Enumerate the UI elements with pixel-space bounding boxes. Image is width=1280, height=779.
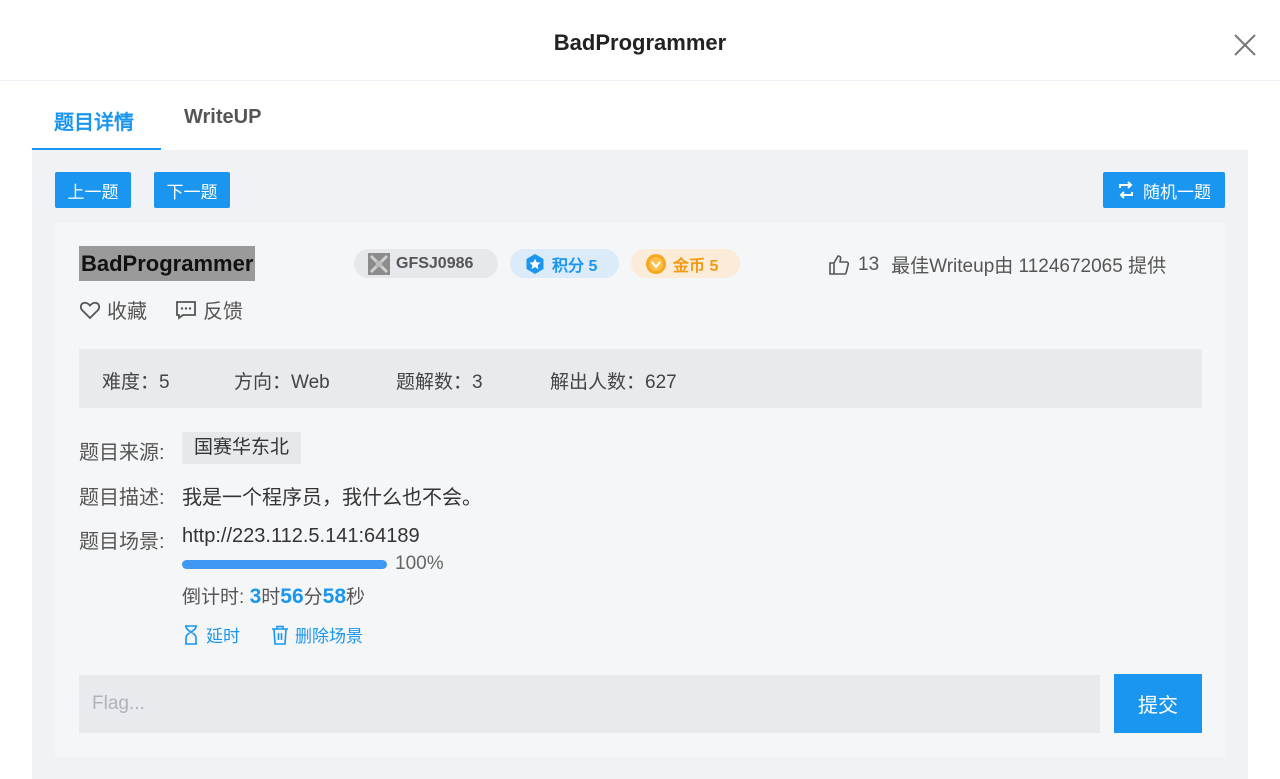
source-label: 题目来源: [79, 442, 165, 464]
flag-input[interactable] [79, 675, 1100, 733]
delete-scene-label: 删除场景 [295, 627, 363, 646]
description-text: 我是一个程序员，我什么也不会。 [182, 487, 482, 509]
delete-scene-button[interactable]: 删除场景 [271, 622, 363, 647]
feedback-button[interactable]: 反馈 [175, 295, 243, 324]
next-problem-button[interactable]: 下一题 [154, 172, 230, 208]
best-writeup-text: 最佳Writeup由 1124672065 提供 [891, 256, 1167, 277]
scene-label: 题目场景: [79, 531, 165, 553]
scene-progress-fill [182, 560, 387, 569]
avatar-icon [368, 252, 390, 275]
star-badge-icon [526, 253, 544, 274]
problem-stats-bar: 难度：5 方向：Web 题解数：3 解出人数：627 [79, 349, 1202, 408]
hours-unit: 时 [261, 587, 281, 608]
random-problem-label: 随机一题 [1143, 182, 1211, 202]
random-problem-button[interactable]: 随机一题 [1103, 172, 1225, 208]
extend-time-label: 延时 [206, 627, 240, 646]
shuffle-icon [1119, 181, 1133, 199]
dialog-header: BadProgrammer [0, 0, 1280, 81]
source-tag: 国赛华东北 [182, 432, 302, 464]
countdown-seconds: 58 [322, 585, 346, 608]
description-label: 题目描述: [79, 487, 165, 509]
countdown-minutes: 56 [280, 585, 304, 608]
favorite-button[interactable]: 收藏 [79, 295, 147, 324]
coin-badge: 金币 5 [631, 249, 740, 278]
scene-url[interactable]: http://223.112.5.141:64189 [182, 525, 420, 548]
close-icon[interactable] [1232, 32, 1258, 58]
seconds-unit: 秒 [346, 587, 366, 608]
scene-progress-text: 100% [395, 553, 444, 574]
problem-id-badge: GFSJ0986 [354, 249, 498, 278]
feedback-label: 反馈 [203, 301, 243, 323]
favorite-label: 收藏 [107, 301, 147, 323]
score-text: 积分 5 [552, 257, 598, 275]
countdown-hours: 3 [249, 585, 262, 608]
comment-icon [176, 300, 196, 320]
difficulty-stat: 难度：5 [102, 372, 170, 393]
dialog-title: BadProgrammer [553, 30, 727, 55]
best-writeup-info: 13 最佳Writeup由 1124672065 提供 [828, 251, 1166, 278]
tab-problem-detail[interactable]: 题目详情 [54, 106, 134, 135]
coin-icon [646, 253, 666, 274]
score-badge: 积分 5 [510, 249, 619, 278]
tab-writeup[interactable]: WriteUP [184, 106, 261, 129]
problem-panel: 上一题 下一题 随机一题 BadProgrammer GFSJ0986 积分 5… [32, 150, 1248, 779]
scene-progress-bar [182, 560, 387, 569]
solved-count-stat: 解出人数：627 [550, 372, 677, 393]
likes-count: 13 [858, 253, 880, 275]
thumbs-up-icon[interactable] [828, 254, 850, 276]
tab-bar: 题目详情 WriteUP [32, 88, 1248, 152]
trash-icon [272, 625, 288, 645]
submit-flag-button[interactable]: 提交 [1114, 674, 1202, 733]
hourglass-icon [185, 624, 197, 645]
problem-name: BadProgrammer [79, 246, 256, 281]
countdown-timer: 倒计时: 3时56分58秒 [182, 582, 365, 609]
heart-icon [79, 301, 101, 319]
prev-problem-button[interactable]: 上一题 [55, 172, 131, 208]
coin-text: 金币 5 [673, 257, 719, 275]
problem-card: BadProgrammer GFSJ0986 积分 5 金币 5 13 最佳Wr… [55, 223, 1225, 757]
direction-stat: 方向：Web [234, 372, 330, 393]
minutes-unit: 分 [303, 587, 323, 608]
countdown-prefix: 倒计时: [182, 587, 250, 608]
extend-time-button[interactable]: 延时 [182, 622, 240, 647]
problem-id-text: GFSJ0986 [396, 254, 474, 272]
writeup-count-stat: 题解数：3 [396, 372, 483, 393]
